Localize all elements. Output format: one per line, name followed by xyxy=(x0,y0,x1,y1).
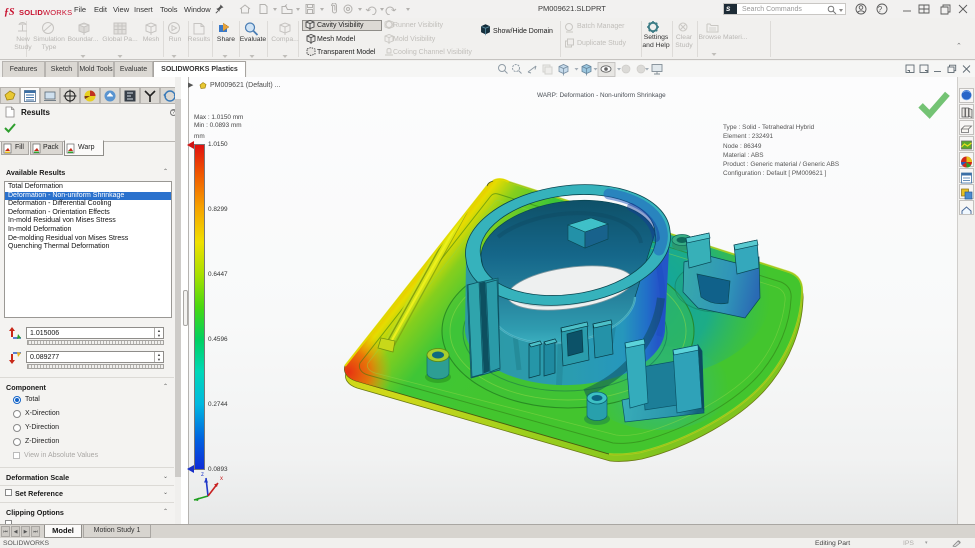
svg-text:?: ? xyxy=(878,5,883,14)
svg-text:x: x xyxy=(220,476,223,482)
svg-text:z: z xyxy=(201,472,204,478)
